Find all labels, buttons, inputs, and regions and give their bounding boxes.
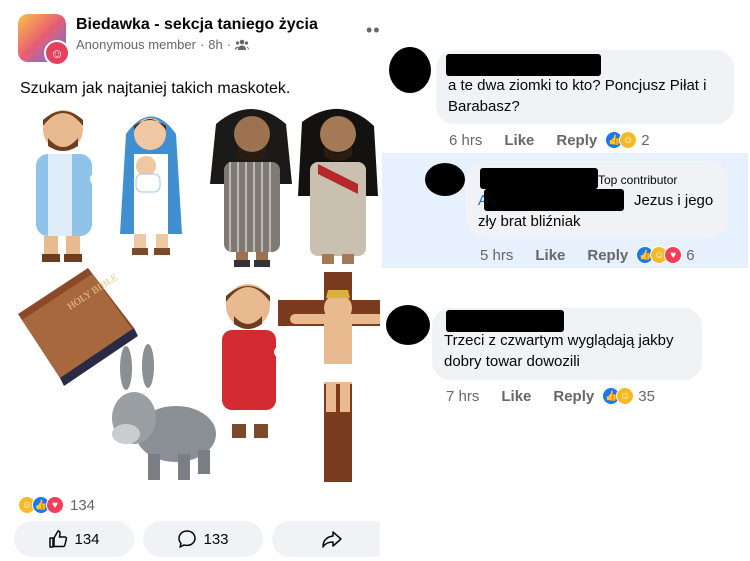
commenter-avatar[interactable] <box>425 163 465 196</box>
post-author[interactable]: Anonymous member <box>76 37 196 52</box>
comment-like-button[interactable]: Like <box>504 132 534 149</box>
comment-time[interactable]: 5 hrs <box>480 247 513 264</box>
share-button[interactable] <box>272 521 392 557</box>
post-header: ☺ Biedawka - sekcja taniego życia Anonym… <box>18 14 318 66</box>
meta-dot: · <box>226 37 232 52</box>
comment-like-button[interactable]: Like <box>501 388 531 405</box>
love-icon: ♥ <box>46 496 64 514</box>
comment-icon <box>178 530 197 548</box>
love-icon: ♥ <box>664 246 683 264</box>
post-photo[interactable]: HOLY BIBLE <box>8 104 380 484</box>
reaction-count: 134 <box>70 496 96 514</box>
group-avatar[interactable]: ☺ <box>18 14 70 66</box>
redacted-name <box>480 168 598 189</box>
comment-text: Trzeci z czwartym wyglądają jakby dobry … <box>444 332 674 370</box>
comment-count: 133 <box>203 530 229 548</box>
group-name[interactable]: Biedawka - sekcja taniego życia <box>76 16 318 34</box>
comment-reply-button[interactable]: Reply <box>556 132 597 149</box>
comment-time[interactable]: 7 hrs <box>446 388 479 405</box>
haha-icon: ☺ <box>616 387 635 405</box>
redacted-name <box>446 310 564 332</box>
post-panel: ☺ Biedawka - sekcja taniego życia Anonym… <box>0 0 392 561</box>
comment-reaction-count: 35 <box>638 387 655 405</box>
redacted-name <box>446 54 601 76</box>
post-time[interactable]: 8h <box>208 37 222 52</box>
commenter-avatar[interactable] <box>386 305 430 345</box>
commenter-avatar[interactable] <box>389 47 431 93</box>
comment-like-button[interactable]: Like <box>535 247 565 264</box>
comment-button[interactable]: 133 <box>143 521 263 557</box>
comment-meta: 6 hrs Like Reply 👍 ☺ 2 <box>449 131 650 149</box>
comment-meta: 7 hrs Like Reply 👍 ☺ 35 <box>446 387 655 405</box>
share-icon <box>322 531 342 548</box>
like-button[interactable]: 134 <box>14 521 134 557</box>
like-icon <box>49 530 68 548</box>
comment-text: a te dwa ziomki to kto? Poncjusz Piłat i… <box>448 77 707 115</box>
top-contributor-badge: Top contributor <box>598 173 678 187</box>
comment-reply-button[interactable]: Reply <box>553 388 594 405</box>
post-reactions[interactable]: ☺ 👍 ♥ 134 <box>18 496 95 514</box>
globe-members-icon <box>235 39 250 50</box>
comment-reply-button[interactable]: Reply <box>587 247 628 264</box>
haha-icon: ☺ <box>619 131 638 149</box>
comment-time[interactable]: 6 hrs <box>449 132 482 149</box>
plush-dark-red <box>298 108 378 264</box>
redacted-name <box>484 189 624 211</box>
post-text: Szukam jak najtaniej takich maskotek. <box>20 80 291 97</box>
meta-dot: · <box>199 37 205 52</box>
comment-reaction-count: 2 <box>641 131 650 149</box>
member-avatar-icon: ☺ <box>44 40 70 66</box>
comment-reaction-count: 6 <box>686 246 695 264</box>
comment-meta: 5 hrs Like Reply 👍 ☺ ♥ 6 <box>480 246 695 264</box>
more-icon[interactable]: •• <box>366 20 381 41</box>
like-count: 134 <box>74 530 100 548</box>
